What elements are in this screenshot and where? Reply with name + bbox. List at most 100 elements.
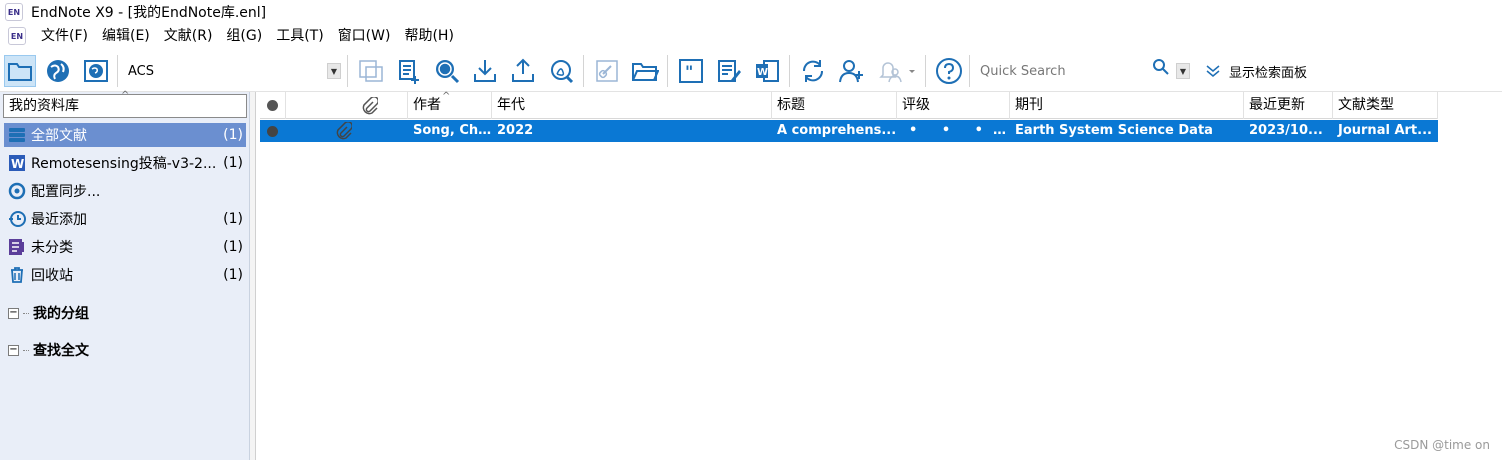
group-label: 未分类 <box>31 240 73 256</box>
sync-icon <box>802 60 824 82</box>
unfiled-icon <box>7 237 27 257</box>
globe-search-icon <box>436 60 460 84</box>
export-button[interactable] <box>507 55 539 87</box>
collapse-icon[interactable]: − <box>8 307 19 319</box>
open-link-button[interactable] <box>591 55 623 87</box>
endnote-menu-logo-icon[interactable]: EN <box>8 27 26 45</box>
local-library-mode-button[interactable] <box>4 55 36 87</box>
sync-icon <box>7 181 27 201</box>
group-configure-sync[interactable]: 配置同步... <box>4 179 246 203</box>
word-icon: W <box>756 60 779 82</box>
show-search-panel-label: 显示检索面板 <box>1229 65 1308 81</box>
new-reference-icon <box>399 60 419 84</box>
column-attachment[interactable] <box>286 92 408 119</box>
paperclip-icon <box>362 97 378 115</box>
new-reference-button[interactable] <box>393 55 425 87</box>
group-count: (1) <box>223 127 243 143</box>
group-recently-added[interactable]: 最近添加 (1) <box>4 207 246 231</box>
help-button[interactable] <box>933 55 965 87</box>
help-icon <box>936 58 962 84</box>
chevron-down-icon[interactable]: ▼ <box>327 63 341 79</box>
group-count: (1) <box>223 211 243 227</box>
column-header: 作者 年代 标题 评级 期刊 最近更新 文献类型 <box>260 92 1438 119</box>
return-to-word-button[interactable]: W <box>751 55 783 87</box>
column-read-status[interactable] <box>260 92 286 119</box>
output-style-select[interactable]: ACS ▼ <box>121 59 341 83</box>
menu-tools[interactable]: 工具(T) <box>269 25 330 47</box>
group-count: (1) <box>223 267 243 283</box>
search-icon[interactable] <box>1152 58 1170 76</box>
menu-bar: EN 文件(F) 编辑(E) 文献(R) 组(G) 工具(T) 窗口(W) 帮助… <box>0 24 1502 48</box>
read-status-dot-icon <box>267 126 278 137</box>
group-count: (1) <box>223 239 243 255</box>
group-count: (1) <box>223 155 243 171</box>
quick-search-input[interactable] <box>974 59 1150 83</box>
notification-bell-icon <box>879 62 915 83</box>
sort-caret-icon: ^ <box>121 90 130 101</box>
share-library-button[interactable] <box>835 55 867 87</box>
group-label: 回收站 <box>31 268 73 284</box>
export-icon <box>512 58 534 82</box>
menu-references[interactable]: 文献(R) <box>157 25 220 47</box>
find-full-text-button[interactable] <box>545 55 577 87</box>
toolbar-separator <box>583 55 584 87</box>
cell-rating[interactable]: • • • • • <box>897 120 1010 142</box>
group-remotesensing[interactable]: W Remotesensing投稿-v3-2... (1) <box>4 151 246 175</box>
pane-splitter[interactable] <box>250 92 256 460</box>
quick-search-options-chevron-down-icon[interactable]: ▼ <box>1176 63 1190 79</box>
column-year[interactable]: 年代 <box>492 92 772 119</box>
copy-references-icon <box>359 60 383 82</box>
svg-text:W: W <box>757 67 768 78</box>
cell-reference-type: Journal Art... <box>1338 123 1432 138</box>
table-row[interactable]: Song, Ch... 2022 A comprehens... • • • •… <box>260 120 1438 142</box>
online-search-button[interactable] <box>431 55 463 87</box>
format-bibliography-icon <box>718 60 741 82</box>
output-style-value: ACS <box>128 63 154 79</box>
online-search-mode-button[interactable] <box>42 55 74 87</box>
tree-connector <box>23 312 29 314</box>
find-full-text-section[interactable]: − 查找全文 <box>8 340 89 360</box>
column-last-updated[interactable]: 最近更新 <box>1244 92 1333 119</box>
toolbar-separator <box>117 55 118 87</box>
group-label: 最近添加 <box>31 212 87 228</box>
globe-icon <box>47 60 69 82</box>
activity-feed-button[interactable] <box>873 55 917 87</box>
group-all-references[interactable]: 全部文献 (1) <box>4 123 246 147</box>
column-title[interactable]: 标题 <box>772 92 897 119</box>
toolbar-separator <box>789 55 790 87</box>
svg-text:": " <box>685 62 693 81</box>
menu-edit[interactable]: 编辑(E) <box>95 25 157 47</box>
group-label: 全部文献 <box>31 128 87 144</box>
groups-header-label: 我的资料库 <box>9 98 79 114</box>
format-bibliography-button[interactable] <box>713 55 745 87</box>
my-groups-section[interactable]: − 我的分组 <box>8 303 89 323</box>
endnote-logo-icon: EN <box>5 3 23 21</box>
read-status-dot-icon <box>267 100 278 111</box>
menu-groups[interactable]: 组(G) <box>219 25 269 47</box>
menu-file[interactable]: 文件(F) <box>34 25 95 47</box>
collapse-icon[interactable]: − <box>8 344 19 356</box>
title-bar: EN EndNote X9 - [我的EndNote库.enl] <box>0 0 1502 24</box>
word-doc-icon: W <box>7 153 27 173</box>
cell-author: Song, Ch... <box>413 123 492 138</box>
group-label: Remotesensing投稿-v3-2... <box>31 156 217 172</box>
integrated-library-mode-button[interactable] <box>80 55 112 87</box>
open-file-button[interactable] <box>629 55 661 87</box>
insert-citation-button[interactable]: " <box>675 55 707 87</box>
menu-window[interactable]: 窗口(W) <box>331 25 398 47</box>
sync-button[interactable] <box>797 55 829 87</box>
show-search-panel-button[interactable]: 显示检索面板 <box>1205 60 1307 82</box>
group-trash[interactable]: 回收站 (1) <box>4 263 246 287</box>
copy-to-library-button[interactable] <box>355 55 387 87</box>
window-title: EndNote X9 - [我的EndNote库.enl] <box>31 5 267 21</box>
clock-icon <box>7 209 27 229</box>
group-label: 配置同步... <box>31 184 101 200</box>
column-journal[interactable]: 期刊 <box>1010 92 1244 119</box>
import-button[interactable] <box>469 55 501 87</box>
toolbar-separator <box>925 55 926 87</box>
menu-help[interactable]: 帮助(H) <box>397 25 460 47</box>
sort-ascending-icon: ^ <box>442 91 451 102</box>
column-reference-type[interactable]: 文献类型 <box>1333 92 1438 119</box>
group-unfiled[interactable]: 未分类 (1) <box>4 235 246 259</box>
column-rating[interactable]: 评级 <box>897 92 1010 119</box>
